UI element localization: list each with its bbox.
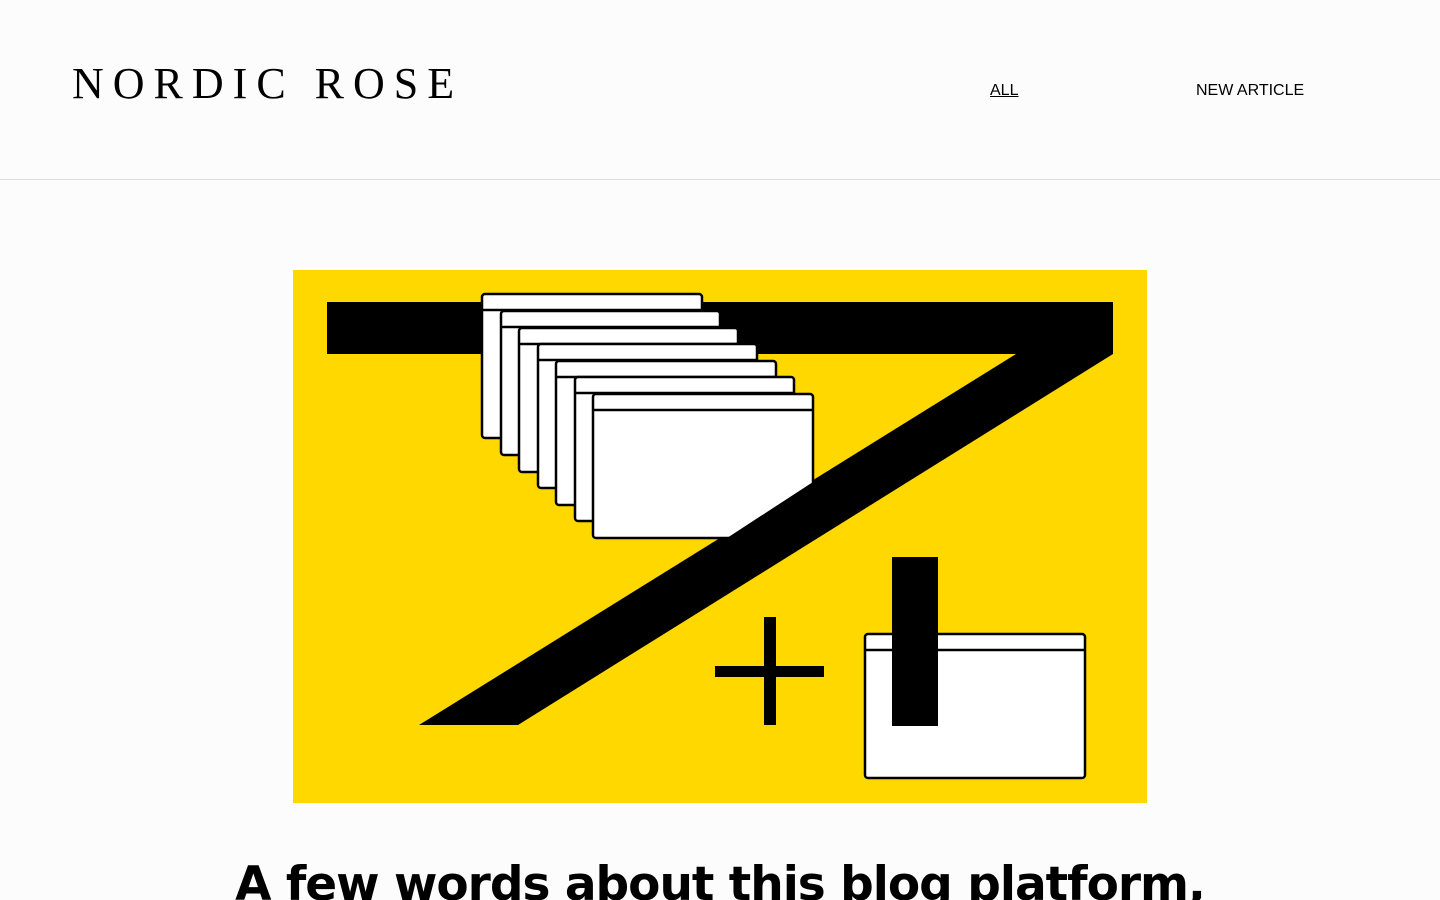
site-logo[interactable]: NORDIC ROSE bbox=[72, 62, 463, 106]
hero-illustration[interactable] bbox=[293, 270, 1147, 803]
nav-link-new-article[interactable]: NEW ARTICLE bbox=[1196, 81, 1304, 101]
article-title[interactable]: A few words about this blog platform, bbox=[0, 855, 1440, 900]
site-header: NORDIC ROSE ALL NEW ARTICLE bbox=[0, 0, 1440, 180]
one-bar bbox=[892, 557, 938, 726]
nav-link-all[interactable]: ALL bbox=[990, 81, 1018, 101]
